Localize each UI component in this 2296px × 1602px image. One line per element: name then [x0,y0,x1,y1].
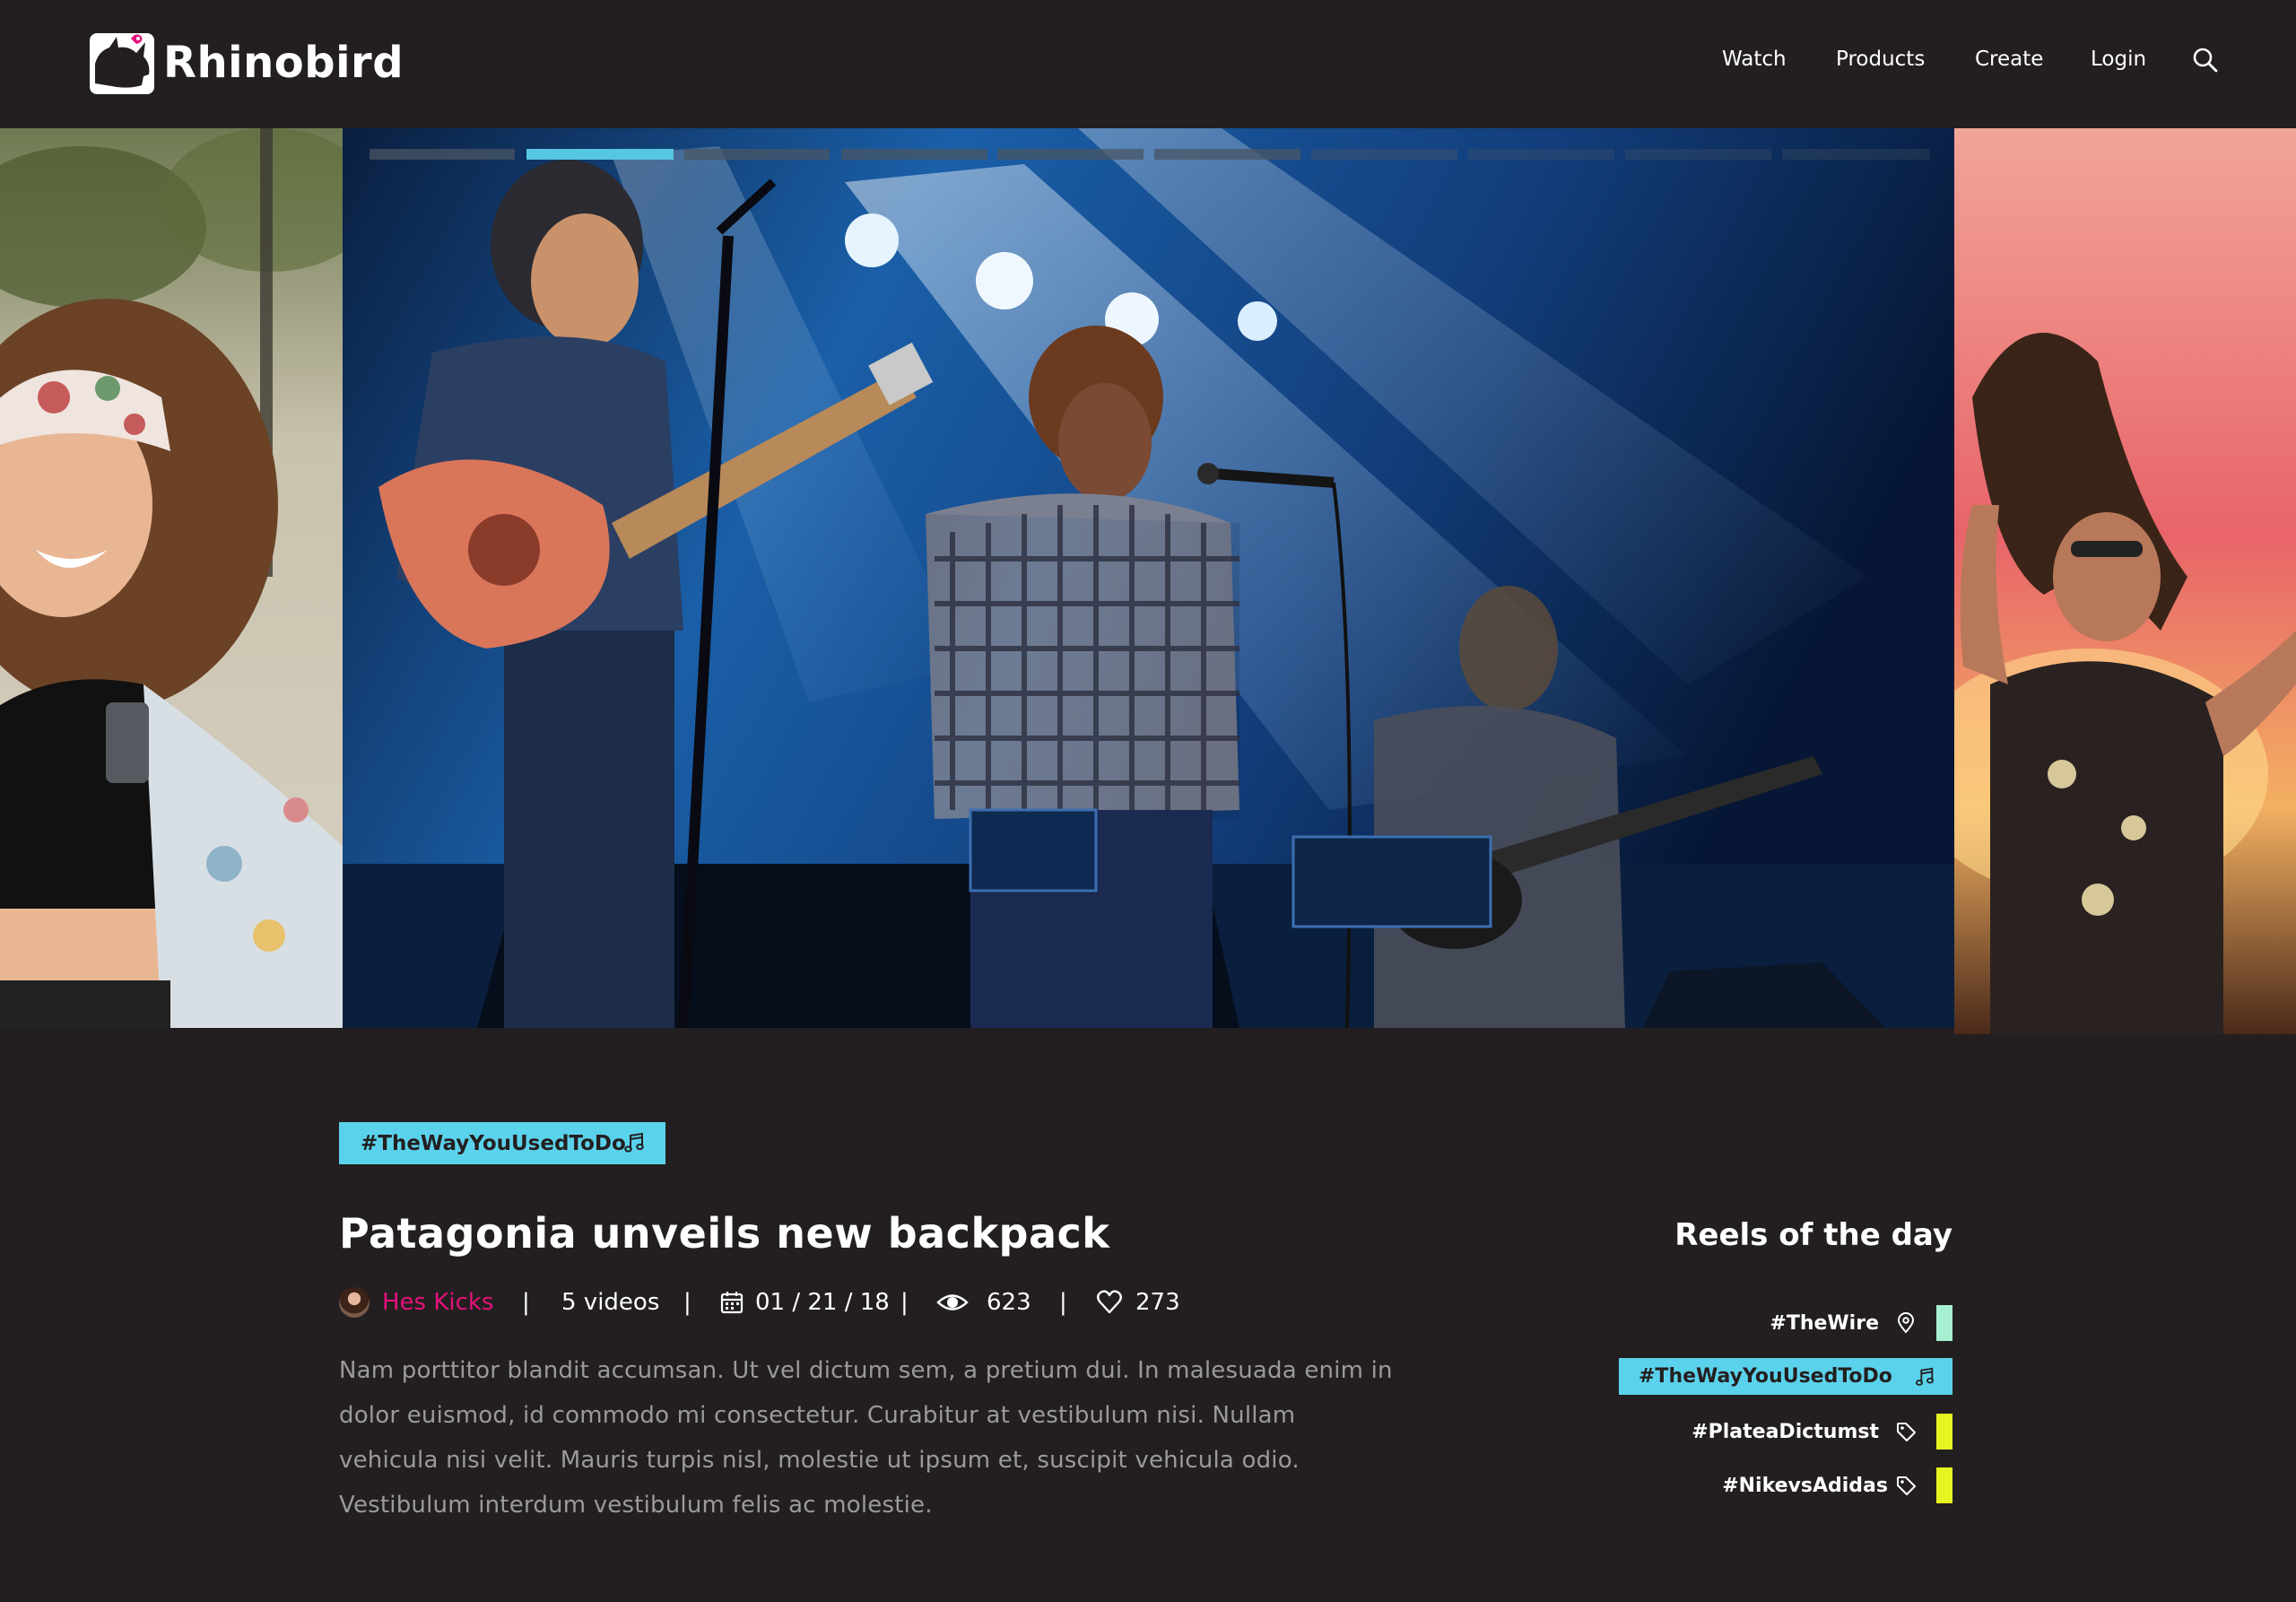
reel-item-thewayyouusedtodo-active[interactable]: #TheWayYouUsedToDo [1619,1358,1952,1395]
location-pin-icon [1897,1312,1915,1334]
like-count: 273 [1135,1289,1180,1316]
brand-name: Rhinobird [163,38,404,88]
hashtag-chip[interactable]: #TheWayYouUsedToDo [339,1122,665,1164]
eye-icon [936,1294,969,1310]
reel-item-plateadictumst[interactable]: #PlateaDictumst [1692,1414,1952,1450]
progress-segment-2-active[interactable] [526,149,674,160]
search-icon[interactable] [2192,47,2219,74]
tag-icon [1897,1476,1916,1495]
publish-date: 01 / 21 / 18 [755,1289,890,1316]
music-note-icon [624,1132,644,1153]
reel-item-nikevsadidas[interactable]: #NikevsAdidas [1722,1467,1952,1503]
progress-segment-3[interactable] [684,149,830,160]
reel-item-thewire[interactable]: #TheWire [1770,1305,1952,1341]
reel-label: #TheWire [1770,1311,1879,1335]
reels-heading: Reels of the day [1674,1217,1952,1253]
article-body: Nam porttitor blandit accumsan. Ut vel d… [339,1357,1393,1519]
rhino-logo-icon [90,33,154,94]
concert-photo-main [343,128,1954,1028]
festival-photo-left [0,128,343,1028]
tag-icon [1897,1423,1916,1441]
hashtag-chip-label: #TheWayYouUsedToDo [361,1131,626,1155]
video-carousel [0,128,2296,1034]
brand-logo[interactable]: Rhinobird [90,30,404,96]
festival-photo-right [1954,128,2296,1034]
author-avatar[interactable] [339,1287,370,1318]
heart-icon[interactable] [1096,1289,1123,1316]
progress-segment-8[interactable] [1468,149,1614,160]
progress-segment-5[interactable] [997,149,1144,160]
meta-separator: | [1059,1289,1067,1316]
top-bar: Rhinobird Watch Products Create Login [0,0,2296,128]
nav-products[interactable]: Products [1836,48,1925,71]
progress-segment-10[interactable] [1782,149,1930,160]
progress-segment-4[interactable] [841,149,987,160]
progress-segment-7[interactable] [1311,149,1457,160]
reel-label: #TheWayYouUsedToDo [1639,1365,1892,1388]
meta-separator: | [522,1289,530,1316]
carousel-slide-next[interactable] [1954,128,2296,1034]
meta-separator: | [900,1289,909,1316]
calendar-icon [720,1292,744,1314]
carousel-slide-current[interactable] [343,128,1954,1028]
nav-watch[interactable]: Watch [1722,48,1787,71]
reel-label: #PlateaDictumst [1692,1420,1879,1443]
carousel-slide-previous[interactable] [0,128,343,1028]
progress-segment-6[interactable] [1154,149,1300,160]
progress-segment-9[interactable] [1625,149,1771,160]
view-count: 623 [987,1289,1031,1316]
meta-separator: | [683,1289,691,1316]
nav-create[interactable]: Create [1975,48,2043,71]
reel-label: #NikevsAdidas [1722,1474,1888,1497]
reel-color-bar [1936,1305,1952,1341]
article-title: Patagonia unveils new backpack [339,1209,1110,1258]
page: Rhinobird Watch Products Create Login #T… [0,0,2296,1602]
reel-color-bar [1936,1467,1952,1503]
reel-color-bar [1936,1414,1952,1450]
progress-segment-1[interactable] [370,149,515,160]
author-link[interactable]: Hes Kicks [382,1284,494,1320]
video-count: 5 videos [561,1289,660,1316]
article-meta: Hes Kicks | 5 videos | 01 / 21 / 18 | 62… [339,1284,1236,1320]
nav-login[interactable]: Login [2091,48,2146,71]
music-note-icon [1915,1367,1934,1386]
